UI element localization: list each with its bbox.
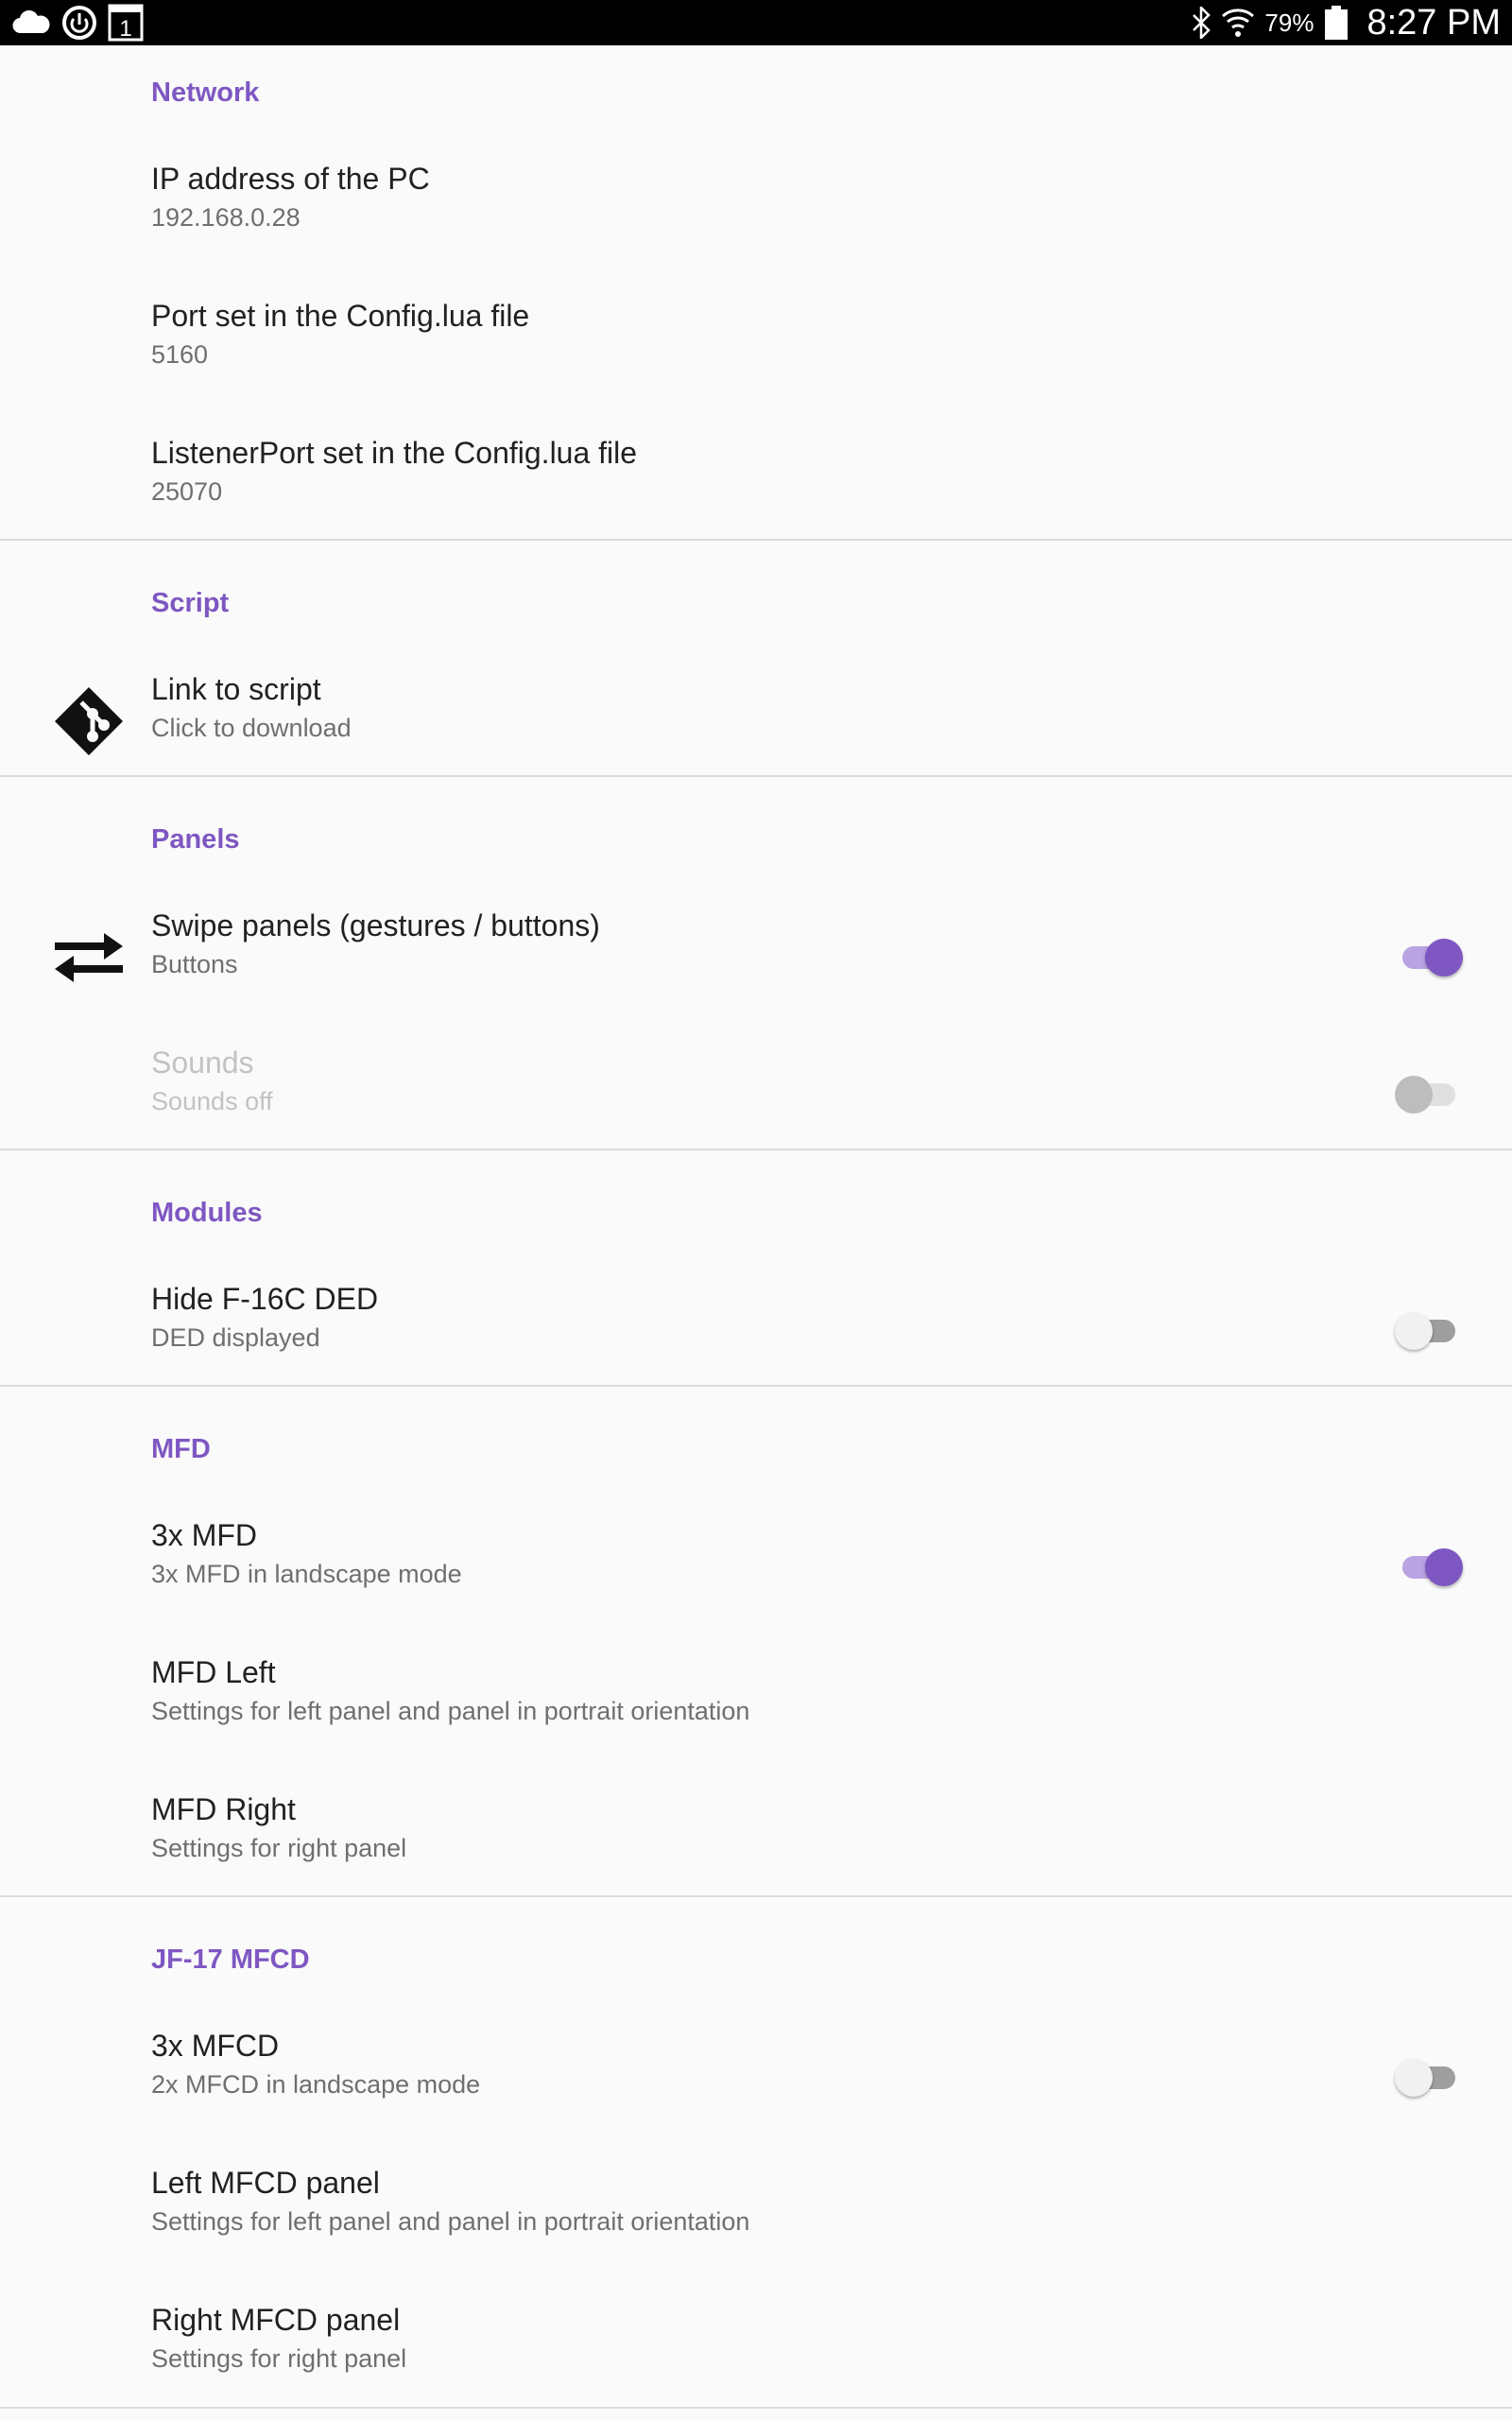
pref-right-mfcd-panel[interactable]: Right MFCD panel Settings for right pane…	[0, 2278, 1512, 2415]
pref-summary: Settings for left panel and panel in por…	[151, 1697, 750, 1725]
section-divider	[0, 775, 1512, 777]
pref-title: 3x MFD	[151, 1518, 257, 1552]
switch-thumb	[1395, 1076, 1433, 1114]
pref-3x-mfcd[interactable]: 3x MFCD 2x MFCD in landscape mode	[0, 2004, 1512, 2141]
category-modules: Modules	[151, 1198, 263, 1228]
status-bar-left: 1	[11, 4, 144, 42]
switch-thumb	[1395, 1312, 1433, 1350]
pref-summary: Sounds off	[151, 1087, 273, 1115]
clock: 8:27 PM	[1366, 2, 1501, 43]
pref-sounds: Sounds Sounds off	[0, 1021, 1512, 1158]
pref-left-mfcd-panel[interactable]: Left MFCD panel Settings for left panel …	[0, 2141, 1512, 2278]
status-bar-right: 79% 8:27 PM	[1191, 3, 1501, 43]
switch-thumb	[1395, 2059, 1433, 2097]
pref-title: MFD Right	[151, 1792, 296, 1826]
pref-link-to-script[interactable]: Link to script Click to download	[0, 648, 1512, 785]
pref-summary: Buttons	[151, 950, 238, 978]
section-divider	[0, 1149, 1512, 1150]
pref-summary: Settings for right panel	[151, 2344, 407, 2373]
pref-summary: 5160	[151, 340, 209, 369]
bluetooth-icon	[1191, 7, 1211, 39]
section-divider	[0, 539, 1512, 541]
sounds-switch	[1395, 1076, 1459, 1114]
pref-hide-ded[interactable]: Hide F-16C DED DED displayed	[0, 1257, 1512, 1394]
category-mfd: MFD	[151, 1434, 211, 1464]
section-divider	[0, 1385, 1512, 1387]
pref-summary: 192.168.0.28	[151, 203, 301, 232]
pref-title: Swipe panels (gestures / buttons)	[151, 908, 600, 942]
pref-title: Right MFCD panel	[151, 2303, 401, 2337]
git-icon	[51, 683, 127, 759]
pref-title: MFD Left	[151, 1655, 276, 1689]
3x-mfcd-switch[interactable]	[1395, 2059, 1459, 2097]
category-network: Network	[151, 78, 260, 108]
sync-icon	[60, 4, 98, 42]
pref-3x-mfd[interactable]: 3x MFD 3x MFD in landscape mode	[0, 1494, 1512, 1631]
battery-percent: 79%	[1264, 8, 1314, 37]
pref-mfd-left[interactable]: MFD Left Settings for left panel and pan…	[0, 1631, 1512, 1768]
battery-icon	[1323, 5, 1349, 41]
pref-ip-address[interactable]: IP address of the PC 192.168.0.28	[0, 137, 1512, 274]
pref-title: Port set in the Config.lua file	[151, 299, 530, 333]
pref-listener-port[interactable]: ListenerPort set in the Config.lua file …	[0, 411, 1512, 548]
wifi-icon	[1221, 7, 1255, 39]
pref-title: ListenerPort set in the Config.lua file	[151, 436, 638, 470]
calendar-icon: 1	[108, 4, 144, 42]
section-divider	[0, 1895, 1512, 1897]
pref-title: Sounds	[151, 1046, 254, 1080]
category-jf17-mfcd: JF-17 MFCD	[151, 1945, 310, 1975]
pref-summary: Click to download	[151, 714, 352, 742]
pref-title: Link to script	[151, 672, 321, 706]
calendar-day: 1	[119, 16, 131, 42]
category-panels: Panels	[151, 824, 240, 855]
pref-summary: 25070	[151, 477, 223, 506]
pref-summary: 2x MFCD in landscape mode	[151, 2070, 481, 2099]
pref-summary: 3x MFD in landscape mode	[151, 1560, 462, 1588]
switch-thumb	[1425, 939, 1463, 977]
pref-title: IP address of the PC	[151, 162, 430, 196]
pref-title: 3x MFCD	[151, 2029, 280, 2063]
swap-arrows-icon	[51, 920, 127, 995]
swipe-panels-switch[interactable]	[1397, 939, 1463, 977]
pref-port[interactable]: Port set in the Config.lua file 5160	[0, 274, 1512, 411]
section-divider	[0, 2407, 1512, 2409]
3x-mfd-switch[interactable]	[1397, 1548, 1463, 1586]
hide-ded-switch[interactable]	[1395, 1312, 1459, 1350]
pref-swipe-panels[interactable]: Swipe panels (gestures / buttons) Button…	[0, 884, 1512, 1021]
pref-title: Hide F-16C DED	[151, 1282, 379, 1316]
status-bar: 1 79% 8:27 PM	[0, 0, 1512, 45]
pref-title: Left MFCD panel	[151, 2166, 380, 2200]
pref-mfd-right[interactable]: MFD Right Settings for right panel	[0, 1768, 1512, 1905]
pref-summary: Settings for right panel	[151, 1834, 407, 1862]
pref-summary: Settings for left panel and panel in por…	[151, 2207, 750, 2236]
category-script: Script	[151, 588, 230, 618]
switch-thumb	[1425, 1548, 1463, 1586]
cloud-icon	[11, 10, 51, 35]
pref-summary: DED displayed	[151, 1323, 320, 1352]
